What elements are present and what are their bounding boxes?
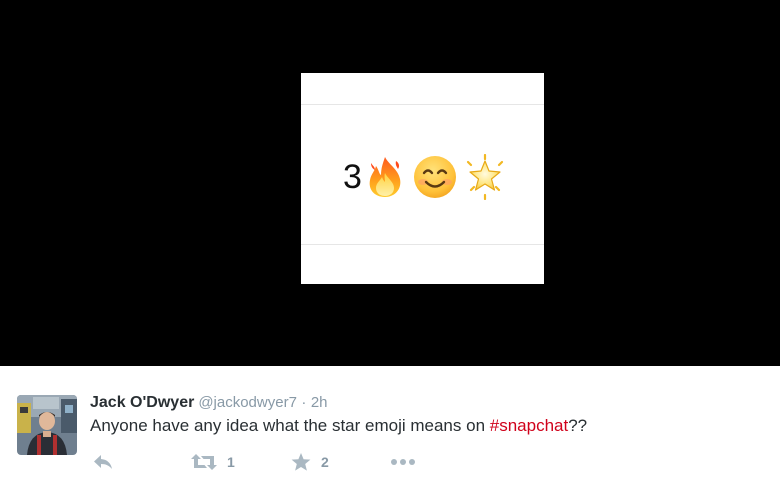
avatar[interactable] — [17, 395, 77, 455]
tweet-text-after: ?? — [568, 416, 588, 435]
tweet[interactable]: Jack O'Dwyer @jackodwyer7 · 2h Anyone hav… — [0, 366, 780, 479]
tweet-text-before: Anyone have any idea what the star emoji… — [90, 416, 490, 435]
media-image[interactable]: 3 — [301, 73, 544, 284]
reply-icon — [94, 455, 112, 469]
tweet-media[interactable]: 3 — [0, 0, 780, 366]
smiling-face-icon — [413, 156, 456, 198]
more-button[interactable] — [390, 452, 416, 472]
favorite-count: 2 — [321, 454, 329, 470]
streak-number: 3 — [343, 158, 362, 196]
header-separator: · — [301, 394, 307, 411]
avatar-photo — [17, 395, 77, 455]
hashtag-link[interactable]: #snapchat — [490, 416, 568, 435]
tweet-timestamp[interactable]: 2h — [311, 394, 328, 411]
snap-streak-row: 3 — [343, 152, 506, 202]
card-divider-bottom — [301, 244, 544, 245]
retweet-button[interactable]: 1 — [190, 452, 235, 472]
retweet-icon — [191, 454, 217, 470]
more-icon — [391, 459, 415, 465]
favorite-button[interactable]: 2 — [290, 452, 329, 472]
fire-icon — [369, 157, 401, 197]
reply-button[interactable] — [92, 452, 114, 472]
tweet-actions: 1 2 — [90, 452, 450, 472]
glowing-star-icon — [466, 154, 504, 200]
star-icon — [291, 453, 311, 471]
tweet-header: Jack O'Dwyer @jackodwyer7 · 2h — [90, 393, 328, 413]
author-name[interactable]: Jack O'Dwyer — [90, 394, 194, 411]
author-handle[interactable]: @jackodwyer7 — [198, 394, 297, 411]
retweet-count: 1 — [227, 454, 235, 470]
tweet-text: Anyone have any idea what the star emoji… — [90, 415, 587, 437]
card-divider-top — [301, 104, 544, 105]
